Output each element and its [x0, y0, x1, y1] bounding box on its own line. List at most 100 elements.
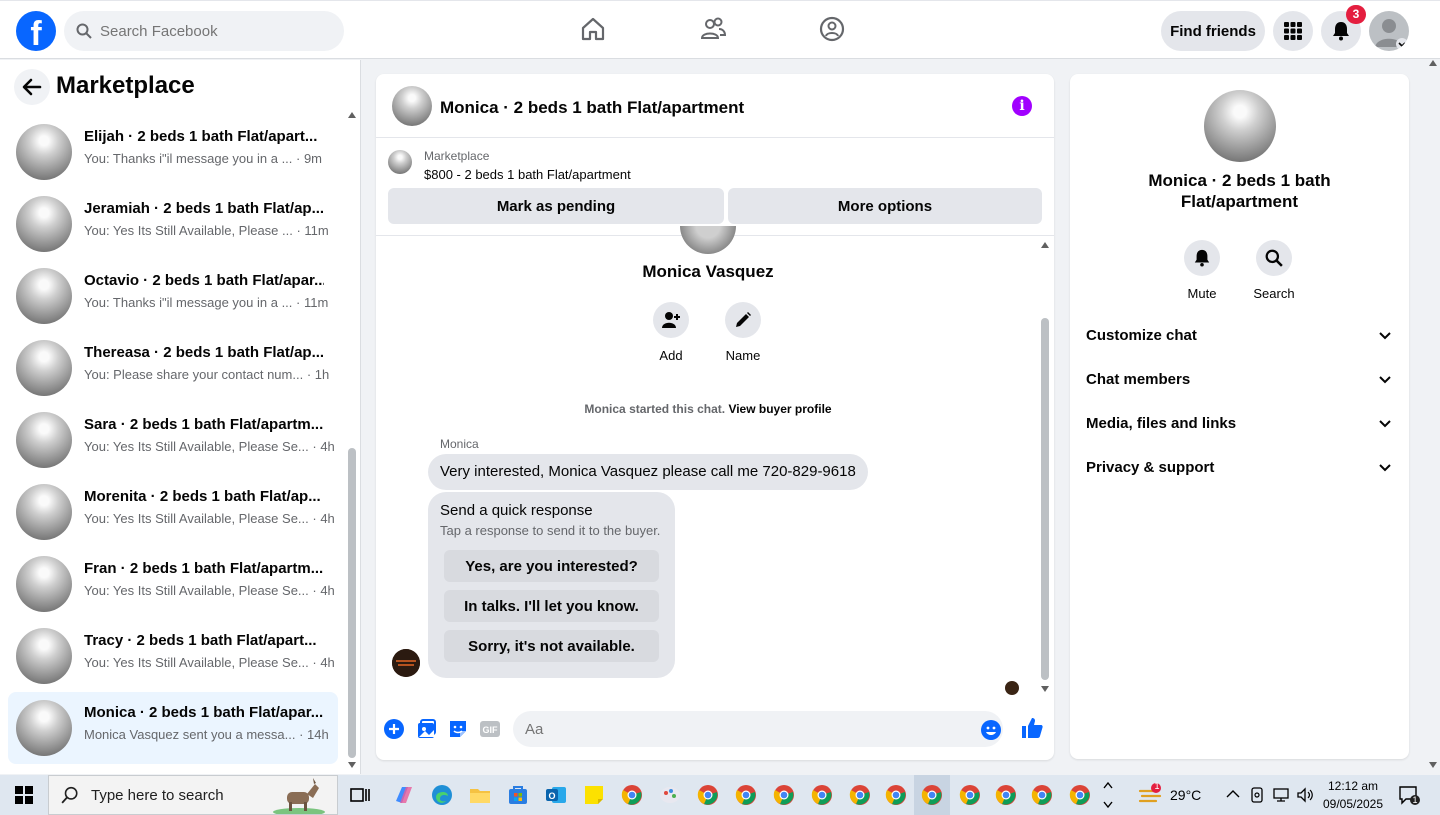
chrome-profile-icon[interactable] — [884, 783, 908, 807]
device-icon[interactable] — [1250, 787, 1264, 803]
arrow-left-icon — [22, 78, 42, 96]
weather-temperature[interactable]: 29°C — [1170, 787, 1201, 803]
chat-thumbnail[interactable] — [392, 86, 432, 126]
chrome-profile-icon[interactable] — [1068, 783, 1092, 807]
task-view-icon[interactable] — [348, 783, 372, 807]
start-button[interactable] — [0, 775, 48, 815]
info-icon[interactable]: i — [1012, 96, 1032, 116]
listing-price[interactable]: $800 - 2 beds 1 bath Flat/apartment — [424, 167, 631, 182]
emoji-icon[interactable] — [980, 719, 1002, 741]
conversation-item[interactable]: Octavio · 2 beds 1 bath Flat/apar... You:… — [8, 260, 338, 332]
conversation-item[interactable]: Fran · 2 beds 1 bath Flat/apartm... You: … — [8, 548, 338, 620]
scroll-up-arrow-icon[interactable] — [1041, 242, 1049, 248]
add-label: Add — [659, 348, 683, 363]
scroll-down-arrow-icon[interactable] — [348, 762, 356, 768]
volume-icon[interactable] — [1296, 787, 1314, 803]
photo-icon[interactable] — [415, 718, 437, 740]
friends-icon[interactable] — [699, 15, 727, 43]
conversation-preview: You: Please share your contact num... · … — [84, 367, 330, 382]
chrome-profile-icon[interactable] — [958, 783, 982, 807]
search-icon — [61, 786, 78, 804]
conversation-item-active[interactable]: Monica · 2 beds 1 bath Flat/apar... Monic… — [8, 692, 338, 764]
conversation-name: Jeramiah · 2 beds 1 bath Flat/ap... — [84, 200, 324, 217]
home-icon[interactable] — [579, 15, 607, 43]
search-action[interactable]: Search — [1244, 240, 1304, 301]
search-input[interactable] — [100, 22, 320, 40]
conversation-name: Sara · 2 beds 1 bath Flat/apartm... — [84, 416, 324, 433]
conversation-preview: You: Yes Its Still Available, Please Se.… — [84, 511, 335, 526]
facebook-logo[interactable]: f — [16, 11, 56, 51]
svg-text:O: O — [548, 791, 555, 801]
scrollbar-thumb[interactable] — [348, 448, 356, 758]
network-icon[interactable] — [1272, 787, 1290, 803]
thumbs-up-icon[interactable] — [1020, 716, 1044, 740]
customize-chat-row[interactable]: Customize chat — [1086, 316, 1393, 356]
notification-count-badge: 3 — [1346, 5, 1366, 24]
name-action[interactable]: Name — [713, 302, 773, 363]
quick-response-yes-button[interactable]: Yes, are you interested? — [444, 550, 659, 582]
taskbar-search[interactable]: Type here to search — [48, 775, 338, 815]
plus-circle-icon[interactable] — [383, 718, 405, 740]
sticker-icon[interactable] — [447, 718, 469, 740]
mute-action[interactable]: Mute — [1172, 240, 1232, 301]
chrome-profile-icon[interactable] — [994, 783, 1018, 807]
gif-icon[interactable]: GIF — [479, 718, 501, 740]
media-files-links-row[interactable]: Media, files and links — [1086, 404, 1393, 444]
conversation-item[interactable]: Elijah · 2 beds 1 bath Flat/apart... You:… — [8, 116, 338, 188]
conversation-item[interactable]: Tracy · 2 beds 1 bath Flat/apart... You: … — [8, 620, 338, 692]
chrome-profile-icon[interactable] — [696, 783, 720, 807]
conversation-item[interactable]: Jeramiah · 2 beds 1 bath Flat/ap... You: … — [8, 188, 338, 260]
clock-time[interactable]: 12:12 am — [1320, 779, 1386, 793]
chat-scrollbar[interactable] — [1038, 236, 1052, 700]
sticky-notes-icon[interactable] — [582, 783, 606, 807]
chrome-profile-icon[interactable] — [734, 783, 758, 807]
show-hidden-icons-chevron-icon[interactable] — [1226, 789, 1240, 799]
chrome-profile-icon[interactable] — [620, 783, 644, 807]
conversation-item[interactable]: Morenita · 2 beds 1 bath Flat/ap... You: … — [8, 476, 338, 548]
chrome-profile-icon[interactable] — [848, 783, 872, 807]
back-button[interactable] — [14, 69, 50, 105]
message-input[interactable] — [513, 711, 1003, 747]
quick-response-in-talks-button[interactable]: In talks. I'll let you know. — [444, 590, 659, 622]
taskbar-overflow-arrows-icon[interactable] — [1102, 779, 1114, 811]
outlook-icon[interactable]: O — [544, 783, 568, 807]
conversation-item[interactable]: Sara · 2 beds 1 bath Flat/apartm... You: … — [8, 404, 338, 476]
scroll-up-arrow-icon[interactable] — [1429, 60, 1437, 66]
chrome-profile-icon[interactable] — [1030, 783, 1054, 807]
scroll-down-arrow-icon[interactable] — [1041, 686, 1049, 692]
mark-as-pending-button[interactable]: Mark as pending — [388, 188, 724, 224]
view-buyer-profile-link[interactable]: View buyer profile — [728, 402, 831, 416]
groups-icon[interactable] — [818, 15, 846, 43]
chat-members-row[interactable]: Chat members — [1086, 360, 1393, 400]
quick-response-not-available-button[interactable]: Sorry, it's not available. — [444, 630, 659, 662]
scroll-up-arrow-icon[interactable] — [348, 112, 356, 118]
add-action[interactable]: Add — [641, 302, 701, 363]
page-scrollbar[interactable] — [1426, 60, 1440, 774]
listing-thumbnail[interactable] — [388, 150, 412, 174]
sender-avatar[interactable] — [392, 649, 420, 677]
clock-date[interactable]: 09/05/2025 — [1318, 797, 1388, 811]
conversation-item[interactable]: Thereasa · 2 beds 1 bath Flat/ap... You: … — [8, 332, 338, 404]
scrollbar-thumb[interactable] — [1041, 318, 1049, 680]
privacy-support-row[interactable]: Privacy & support — [1086, 448, 1393, 488]
microsoft-store-icon[interactable] — [506, 783, 530, 807]
copilot-icon[interactable] — [392, 783, 416, 807]
bell-icon — [1194, 249, 1210, 267]
chrome-profile-icon-active[interactable] — [920, 783, 944, 807]
find-friends-button[interactable]: Find friends — [1161, 11, 1265, 51]
edge-icon[interactable] — [430, 783, 454, 807]
more-options-button[interactable]: More options — [728, 188, 1042, 224]
account-avatar[interactable] — [1369, 11, 1409, 51]
scroll-down-arrow-icon[interactable] — [1429, 762, 1437, 768]
chat-title[interactable]: Monica · 2 beds 1 bath Flat/apartment — [440, 98, 744, 118]
chrome-profile-icon[interactable] — [772, 783, 796, 807]
read-receipt-avatar — [1005, 681, 1019, 695]
menu-button[interactable] — [1273, 11, 1313, 51]
chrome-profile-icon[interactable] — [810, 783, 834, 807]
file-explorer-icon[interactable] — [468, 783, 492, 807]
sidebar-scrollbar[interactable] — [345, 112, 359, 774]
listing-thumbnail — [16, 484, 72, 540]
listing-photo[interactable] — [1204, 90, 1276, 162]
search-box[interactable] — [64, 11, 344, 51]
paint-app-icon[interactable] — [658, 783, 682, 807]
